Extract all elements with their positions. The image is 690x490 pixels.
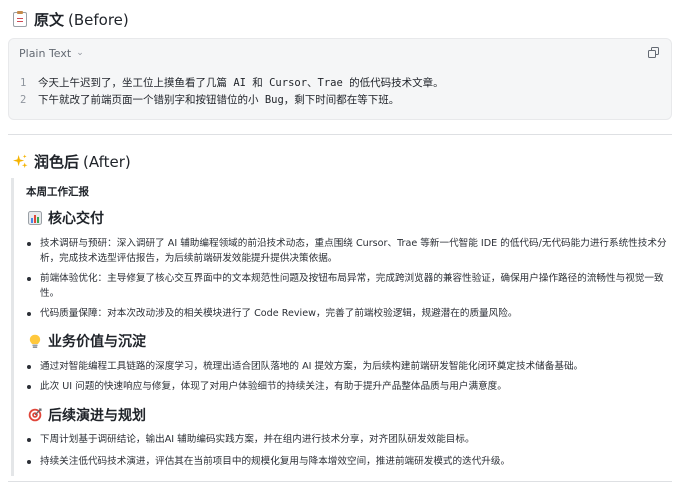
memo-icon xyxy=(12,11,28,28)
section-divider xyxy=(8,134,672,135)
target-icon xyxy=(27,408,42,423)
language-selector[interactable]: Plain Text ⌄ xyxy=(19,47,84,60)
bar-chart-icon xyxy=(27,211,42,226)
report-title: 本周工作汇报 xyxy=(26,186,89,198)
sparkles-icon xyxy=(12,154,28,170)
code-block-header: Plain Text ⌄ xyxy=(9,39,671,67)
line-number: 1 xyxy=(20,77,27,89)
code-line: 2 下午就改了前端页面一个错别字和按钮错位的小 Bug，剩下时间都在等下班。 xyxy=(9,92,671,109)
code-body: 1 今天上午迟到了，坐工位上摸鱼看了几篇 AI 和 Cursor、Trae 的低… xyxy=(9,67,671,109)
list-item: 技术调研与预研：深入调研了 AI 辅助编程领域的前沿技术动态，重点围绕 Curs… xyxy=(27,236,667,266)
code-text: 下午就改了前端页面一个错别字和按钮错位的小 Bug，剩下时间都在等下班。 xyxy=(38,94,400,106)
code-block: Plain Text ⌄ 1 今天上午迟到了，坐工位上摸鱼看了几篇 AI 和 C… xyxy=(8,38,672,120)
line-number: 2 xyxy=(20,94,27,106)
list-item: 通过对智能编程工具链路的深度学习，梳理出适合团队落地的 AI 提效方案，为后续构… xyxy=(27,359,667,374)
after-title-en: (After) xyxy=(83,152,131,171)
code-text: 今天上午迟到了，坐工位上摸鱼看了几篇 AI 和 Cursor、Trae 的低代码… xyxy=(38,77,444,89)
bottom-divider xyxy=(8,481,672,482)
section-title: 核心交付 xyxy=(48,211,104,227)
section-heading-core-delivery: 核心交付 xyxy=(27,208,104,228)
section-heading-roadmap: 后续演进与规划 xyxy=(27,405,146,425)
copy-icon[interactable] xyxy=(647,46,661,60)
chevron-down-icon: ⌄ xyxy=(76,48,84,58)
list-item: 前端体验优化：主导修复了核心交互界面中的文本规范性问题及按钮布局异常，完成跨浏览… xyxy=(27,271,667,301)
before-heading: 原文 (Before) xyxy=(12,9,129,30)
list-item: 代码质量保障：对本次改动涉及的相关模块进行了 Code Review，完善了前端… xyxy=(27,306,667,321)
list-item: 此次 UI 问题的快速响应与修复，体现了对用户体验细节的持续关注，有助于提升产品… xyxy=(27,379,667,394)
code-line: 1 今天上午迟到了，坐工位上摸鱼看了几篇 AI 和 Cursor、Trae 的低… xyxy=(9,75,671,92)
after-heading: 润色后 (After) xyxy=(12,151,131,172)
before-title: 原文 xyxy=(34,11,65,29)
section-title: 业务价值与沉淀 xyxy=(48,334,146,350)
list-item: 下周计划基于调研结论，输出AI 辅助编码实践方案，并在组内进行技术分享，对齐团队… xyxy=(27,432,667,447)
before-title-en: (Before) xyxy=(68,10,129,29)
lightbulb-icon xyxy=(27,334,42,349)
section-title: 后续演进与规划 xyxy=(48,408,146,424)
after-title: 润色后 xyxy=(34,153,80,171)
list-item: 持续关注低代码技术演进，评估其在当前项目中的规模化复用与降本增效空间，推进前端研… xyxy=(27,454,667,469)
language-label: Plain Text xyxy=(19,46,72,60)
quote-bar xyxy=(11,178,14,476)
section-heading-business-value: 业务价值与沉淀 xyxy=(27,331,146,351)
